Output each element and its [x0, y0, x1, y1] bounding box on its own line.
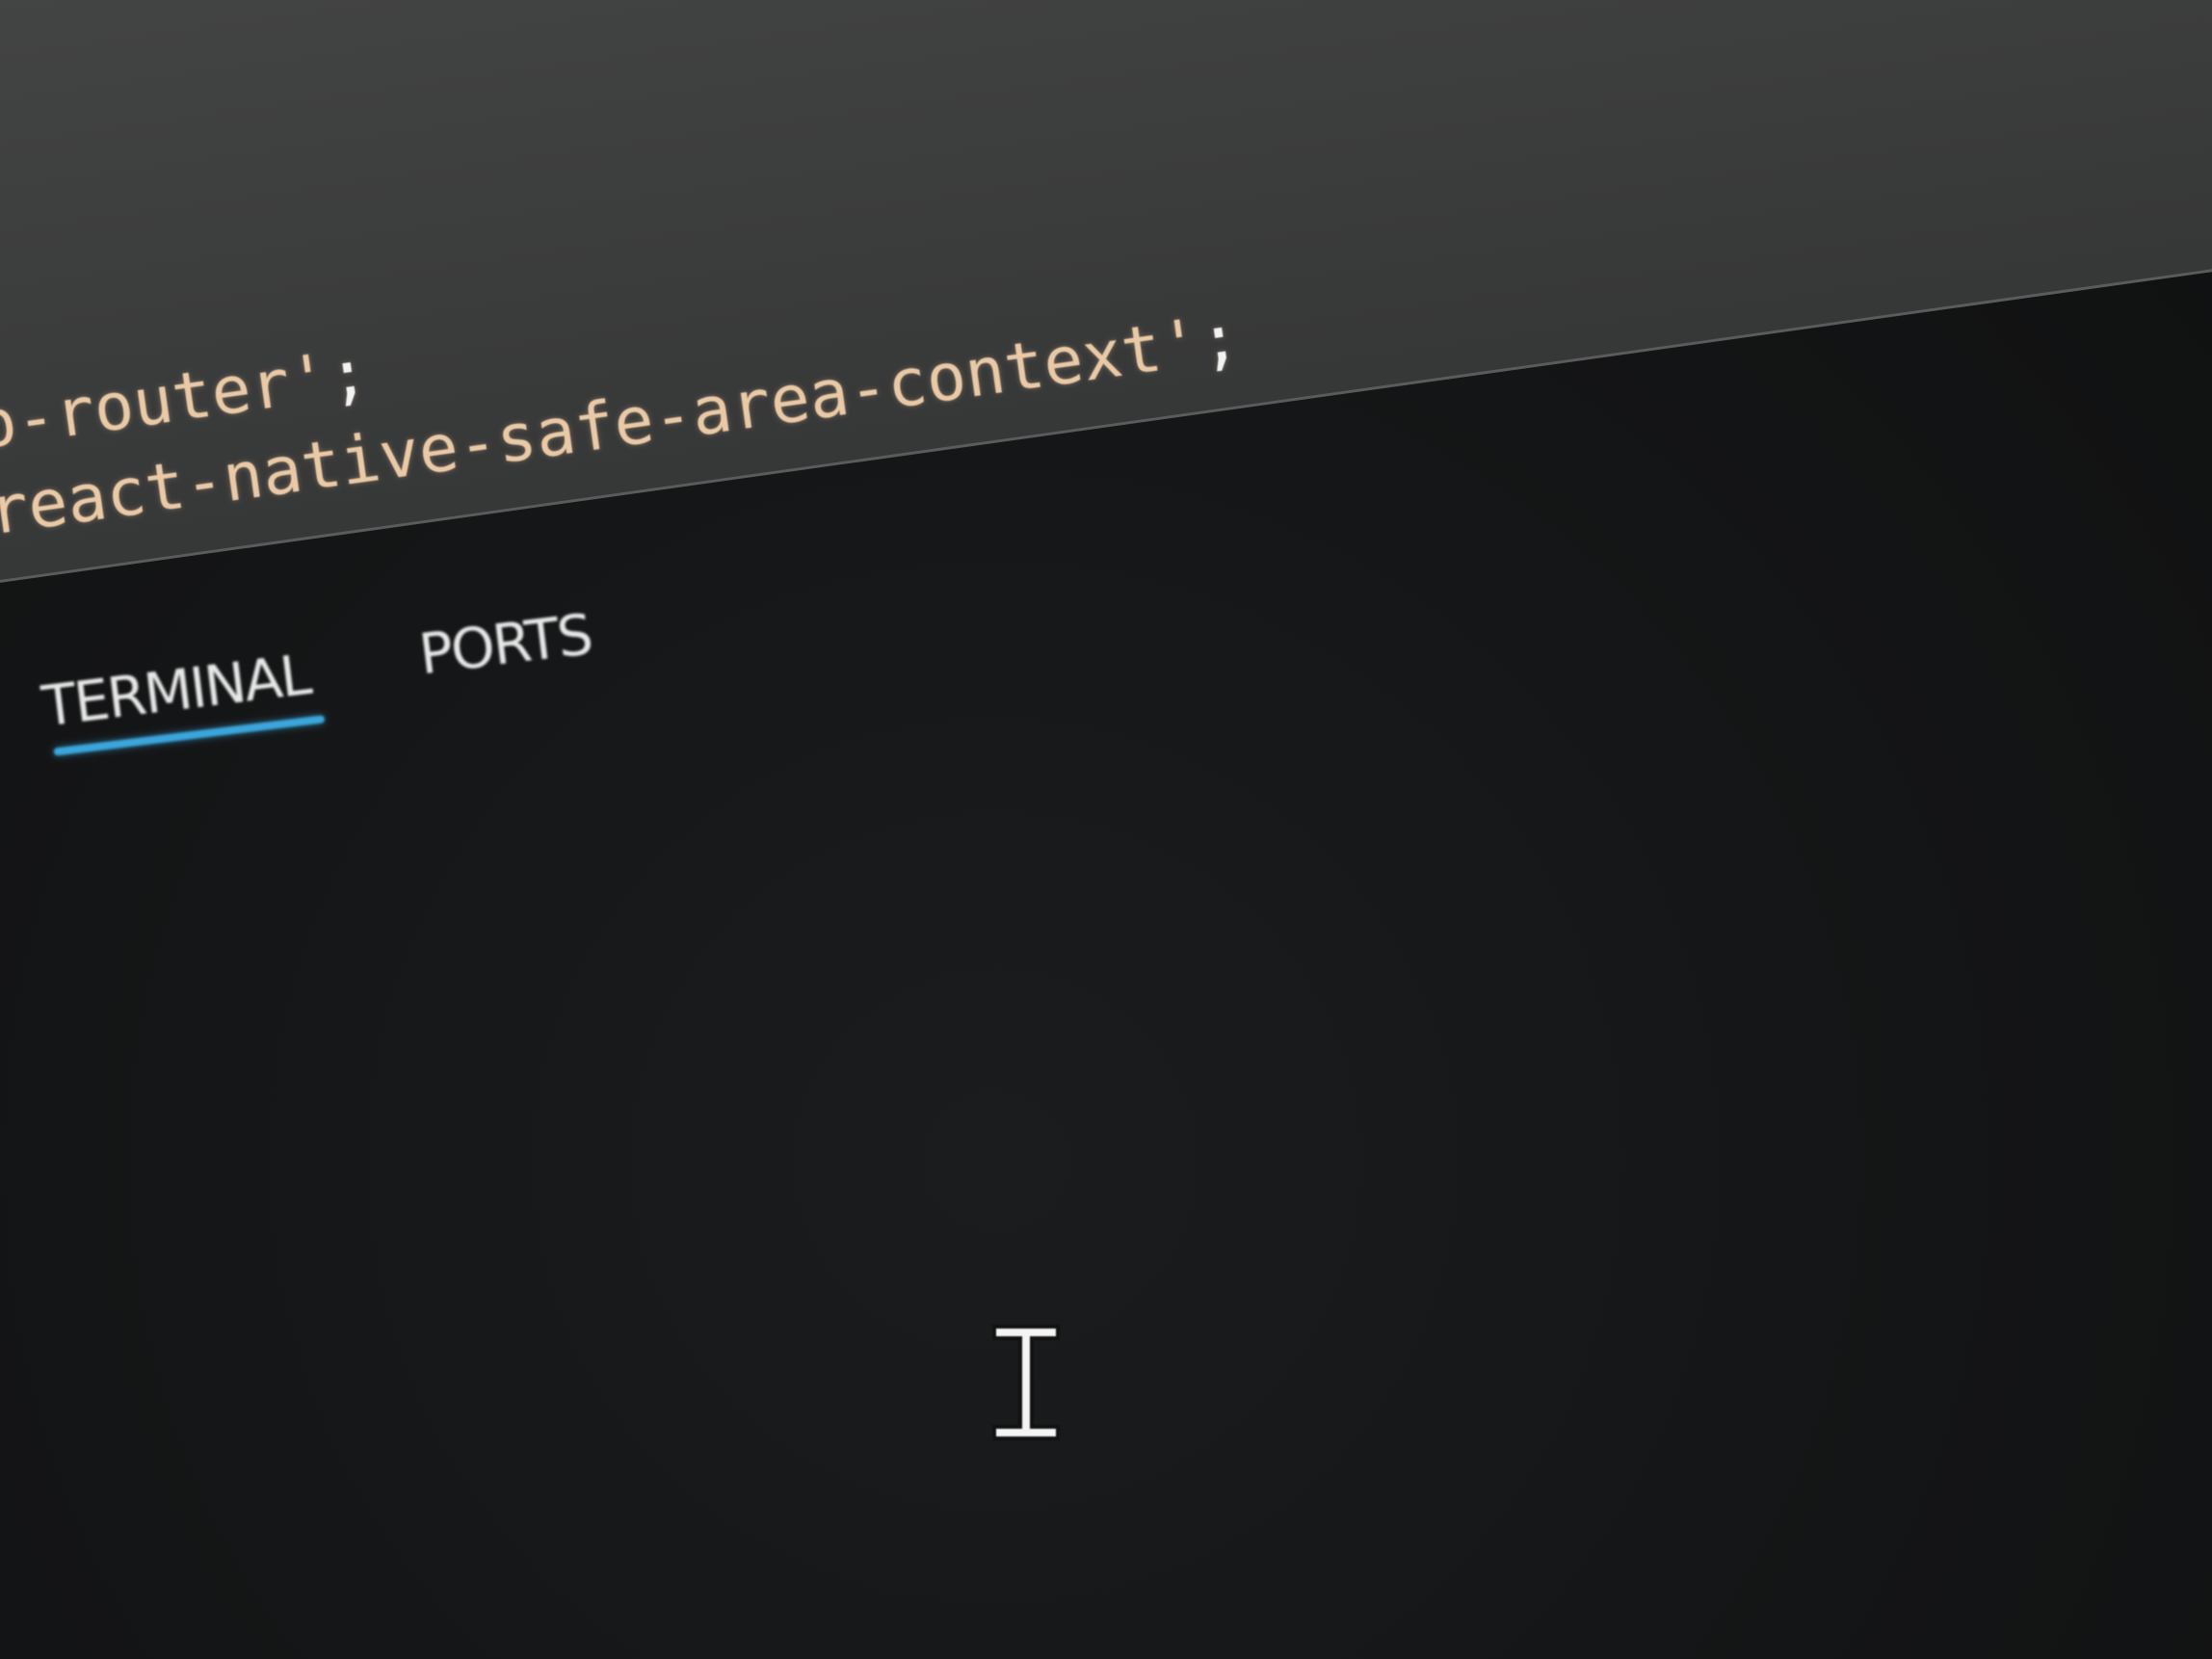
text-cursor-icon [992, 1325, 1060, 1440]
tab-terminal[interactable]: TERMINAL [39, 642, 315, 756]
screen: po-router'; 'react-native-safe-area-cont… [0, 0, 2212, 1659]
terminal-output[interactable] [0, 800, 2212, 1659]
code-editor[interactable]: po-router'; 'react-native-safe-area-cont… [0, 0, 2212, 610]
panel-tabs: TERMINAL PORTS [39, 534, 1201, 799]
tab-ports[interactable]: PORTS [415, 601, 596, 704]
